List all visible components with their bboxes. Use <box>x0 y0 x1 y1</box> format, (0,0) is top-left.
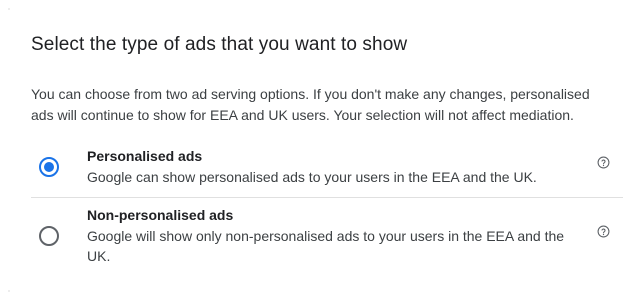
option-description: Google can show personalised ads to your… <box>87 169 537 185</box>
ad-type-card: Select the type of ads that you want to … <box>0 0 623 296</box>
help-circle-icon[interactable] <box>597 156 610 169</box>
help-circle-icon[interactable] <box>597 225 610 238</box>
section-description: You can choose from two ad serving optio… <box>31 86 590 123</box>
corner-marker <box>8 290 10 292</box>
section-title: Select the type of ads that you want to … <box>31 34 408 55</box>
option-title: Personalised ads <box>87 148 203 164</box>
option-title: Non-personalised ads <box>87 207 234 223</box>
option-description: Google will show only non-personalised a… <box>87 228 565 264</box>
non-personalised-ads-radio[interactable] <box>39 226 59 246</box>
option-non-personalised-ads[interactable]: Non-personalised ads Google will show on… <box>31 207 623 269</box>
personalised-ads-radio[interactable] <box>39 157 59 177</box>
option-personalised-ads[interactable]: Personalised ads Google can show persona… <box>31 148 623 194</box>
corner-marker <box>8 8 10 10</box>
options-divider <box>31 197 623 198</box>
